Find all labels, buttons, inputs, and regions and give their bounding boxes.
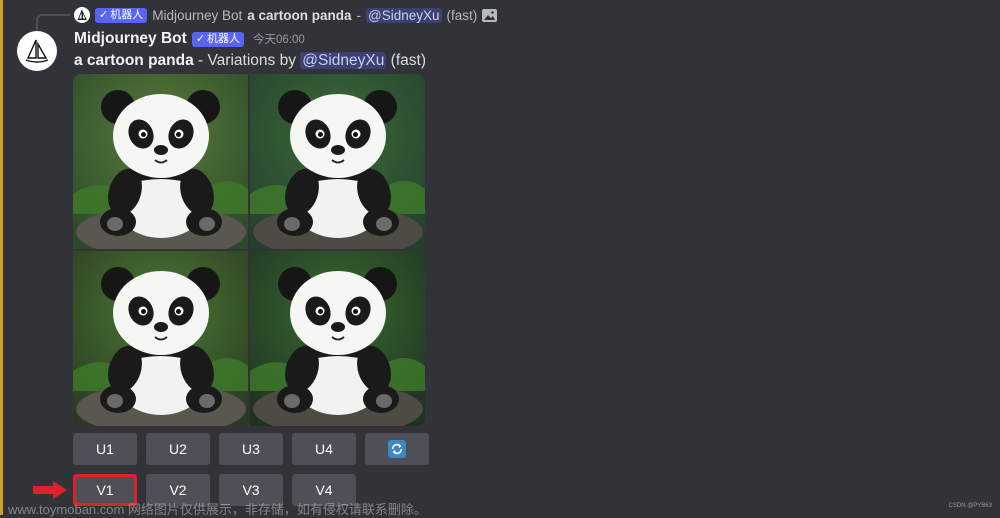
refresh-icon <box>388 440 406 458</box>
reroll-button[interactable] <box>365 433 429 465</box>
panda-image-3[interactable] <box>73 251 248 426</box>
reply-separator: - <box>356 7 362 23</box>
reply-connector <box>36 14 70 32</box>
panda-image-2[interactable] <box>250 74 425 249</box>
highlight-bar <box>0 0 3 515</box>
reply-author[interactable]: Midjourney Bot <box>152 8 242 23</box>
upscale-button-row: U1 U2 U3 U4 <box>73 433 429 465</box>
reply-prompt: a cartoon panda <box>247 7 352 23</box>
corner-mark: CSDN @PYB63 <box>948 503 992 509</box>
author-name[interactable]: Midjourney Bot <box>74 30 187 48</box>
upscale-button-4[interactable]: U4 <box>292 433 356 465</box>
image-grid[interactable] <box>73 74 425 426</box>
panda-image-1[interactable] <box>73 74 248 249</box>
variation-text: - Variations by <box>193 52 301 69</box>
message-mention[interactable]: @SidneyXu <box>300 52 387 69</box>
message-prompt: a cartoon panda <box>74 52 194 69</box>
upscale-button-1[interactable]: U1 <box>73 433 137 465</box>
message-header: Midjourney Bot ✓ 机器人 今天06:00 <box>74 30 305 48</box>
image-icon <box>482 8 498 22</box>
reply-mention[interactable]: @SidneyXu <box>366 7 442 23</box>
watermark: www.toymoban.com 网络图片仅供展示，非存储，如有侵权请联系删除。 <box>8 502 427 517</box>
bot-badge-label: 机器人 <box>110 8 144 21</box>
reply-mode: (fast) <box>446 7 478 23</box>
bot-badge: ✓ 机器人 <box>191 31 245 47</box>
bot-avatar[interactable] <box>17 31 57 71</box>
upscale-button-2[interactable]: U2 <box>146 433 210 465</box>
timestamp: 今天06:00 <box>253 34 305 46</box>
message-content: a cartoon panda - Variations by @SidneyX… <box>74 52 426 70</box>
bot-avatar-small <box>74 7 90 23</box>
upscale-button-3[interactable]: U3 <box>219 433 283 465</box>
message-mode: (fast) <box>390 52 426 69</box>
panda-image-4[interactable] <box>250 251 425 426</box>
bot-badge-label: 机器人 <box>207 32 241 45</box>
bot-badge: ✓ 机器人 <box>95 7 148 23</box>
reply-reference[interactable]: ✓ 机器人 Midjourney Bot a cartoon panda - @… <box>74 6 498 24</box>
